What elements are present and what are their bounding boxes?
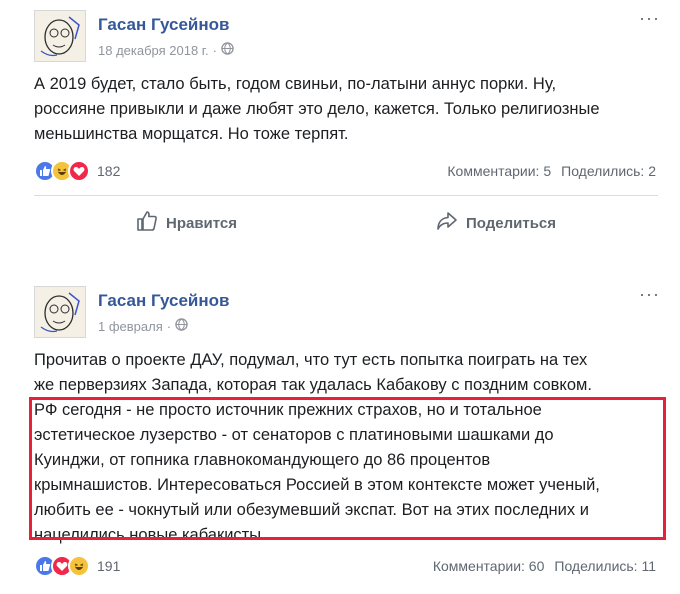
author-name[interactable]: Гасан Гусейнов [98,15,229,35]
post-text-line: россияне привыкли и даже любят это дело,… [34,100,600,118]
like-label: Нравится [166,214,238,232]
post-meta: 18 декабря 2018 г. · [98,42,234,58]
post-text-line: А 2019 будет, стало быть, годом свиньи, … [34,75,557,93]
post-meta: 1 февраля · [98,318,188,334]
post-date[interactable]: 18 декабря 2018 г. [98,43,209,58]
post-text-line: Прочитав о проекте ДАУ, подумал, что тут… [34,351,588,369]
date-separator: · [212,42,217,58]
like-button[interactable]: Нравится [136,210,237,236]
avatar[interactable] [34,286,86,338]
comments-count-link[interactable]: Комментарии: 60 [433,558,545,574]
author-name[interactable]: Гасан Гусейнов [98,291,229,311]
post-stats: Комментарии: 5 Поделились: 2 [447,163,656,179]
reactions-summary[interactable]: 182 [34,160,120,182]
shares-count-link[interactable]: Поделились: 11 [554,558,656,574]
more-options-icon[interactable]: ··· [639,284,660,305]
thumbs-up-icon [136,210,158,236]
share-label: Поделиться [466,214,557,232]
reaction-count: 191 [97,558,121,574]
post-text-line: меньшинства морщатся. Но тоже терпят. [34,125,349,143]
share-arrow-icon [436,210,458,236]
more-options-icon[interactable]: ··· [639,8,660,29]
post-text: А 2019 будет, стало быть, годом свиньи, … [34,72,654,147]
share-button[interactable]: Поделиться [436,210,556,236]
comments-count-link[interactable]: Комментарии: 5 [447,163,551,179]
globe-icon [221,42,234,58]
reactions-summary[interactable]: 191 [34,555,120,577]
post-text-line: же перверзиях Запада, которая так удалас… [34,376,592,394]
date-separator: · [166,318,172,334]
highlight-box [29,397,666,540]
divider [34,195,658,196]
globe-icon [175,318,188,334]
post-date[interactable]: 1 февраля [98,319,163,334]
haha-reaction-icon [68,555,90,577]
post-1: Гасан Гусейнов 18 декабря 2018 г. · ··· … [0,0,680,270]
avatar[interactable] [34,10,86,62]
post-stats: Комментарии: 60 Поделились: 11 [433,558,656,574]
reaction-count: 182 [97,163,121,179]
shares-count-link[interactable]: Поделились: 2 [561,163,656,179]
love-reaction-icon [68,160,90,182]
